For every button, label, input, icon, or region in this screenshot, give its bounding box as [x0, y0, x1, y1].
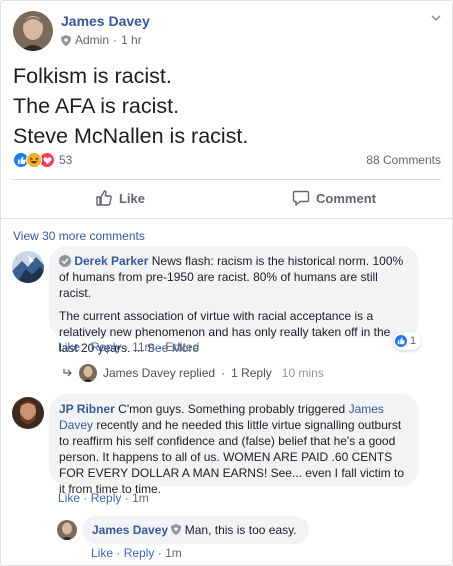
reply-author[interactable]: James Davey	[92, 523, 168, 537]
reply-like-link[interactable]: Like	[91, 546, 113, 560]
post-line: The AFA is racist.	[13, 94, 180, 118]
comment-like-link[interactable]: Like	[58, 491, 80, 505]
like-label: Like	[118, 190, 145, 206]
comment-time[interactable]: 11m	[132, 340, 154, 354]
comment-edited[interactable]: Edited	[165, 340, 199, 354]
replies-count[interactable]: 1 Reply	[231, 366, 272, 380]
admin-shield-icon	[171, 524, 182, 535]
author-avatar[interactable]	[13, 11, 53, 51]
post-body: Folkism is racist. The AFA is racist. St…	[13, 61, 443, 151]
reaction-summary[interactable]: 53	[13, 152, 72, 168]
comment-actions: Like · Reply · 11m · Edited	[58, 340, 200, 354]
comment-text: Derek Parker News flash: racism is the h…	[59, 253, 409, 301]
comment-button[interactable]: Comment	[227, 182, 441, 214]
post-actions: Like Comment	[13, 182, 441, 214]
comment-text-part: C'mon guys. Something probably triggered	[114, 402, 349, 416]
comment-reply-link[interactable]: Reply	[91, 491, 122, 505]
reply-text: Man, this is too easy.	[184, 523, 297, 537]
replied-text: replied	[179, 366, 216, 380]
reply-avatar[interactable]	[57, 520, 77, 540]
replies-summary[interactable]: James Davey replied · 1 Reply 10 mins	[63, 364, 324, 382]
reaction-bar: 53 88 Comments	[13, 152, 441, 170]
divider	[13, 179, 441, 180]
comment-actions: Like · Reply · 1m	[58, 491, 149, 505]
replied-by: James Davey	[103, 366, 176, 380]
thumbs-up-icon	[96, 190, 112, 206]
comment-text-part: recently and he needed this little virtu…	[59, 418, 405, 496]
comment-bubble: Derek Parker News flash: racism is the h…	[49, 246, 419, 355]
comment-reply-link[interactable]: Reply	[91, 340, 122, 354]
comment-reaction-pill[interactable]: 1	[393, 332, 422, 350]
post-header: James Davey Admin · 1 hr	[13, 11, 443, 51]
reply-avatar	[79, 364, 97, 382]
admin-shield-icon	[61, 34, 71, 46]
comment-bubble-icon	[292, 190, 310, 206]
comment-label: Comment	[316, 190, 376, 206]
admin-label: Admin	[75, 33, 110, 47]
reply-actions: Like · Reply · 1m	[91, 546, 182, 560]
reply-reply-link[interactable]: Reply	[124, 546, 155, 560]
reply-arrow-icon	[63, 369, 72, 377]
comment-reaction-count: 1	[410, 335, 417, 347]
post-line: Folkism is racist.	[13, 64, 172, 88]
comment-like-link[interactable]: Like	[58, 340, 80, 354]
post-time[interactable]: 1 hr	[121, 33, 142, 47]
like-reaction-icon	[394, 334, 408, 348]
verified-check-icon	[59, 255, 71, 267]
reaction-count: 53	[59, 153, 73, 167]
replies-time: 10 mins	[281, 366, 324, 380]
meta-dot: ·	[113, 33, 118, 47]
reply-bubble: James Davey Man, this is too easy.	[82, 516, 309, 544]
author-name[interactable]: James Davey	[61, 13, 150, 29]
divider	[1, 218, 452, 219]
chevron-down-icon[interactable]	[429, 11, 443, 25]
comment-author[interactable]: Derek Parker	[74, 254, 148, 268]
view-more-comments-link[interactable]: View 30 more comments	[13, 229, 145, 243]
post-line: Steve McNallen is racist.	[13, 124, 249, 148]
comment-author[interactable]: JP Ribner	[59, 402, 115, 416]
comment-bubble: JP Ribner C'mon guys. Something probably…	[49, 394, 419, 496]
post-card: James Davey Admin · 1 hr Folkism is raci…	[0, 0, 453, 566]
reply-time[interactable]: 1m	[165, 546, 182, 560]
like-button[interactable]: Like	[13, 182, 227, 214]
comment-time[interactable]: 1m	[132, 491, 149, 505]
commenter-avatar[interactable]	[12, 397, 44, 429]
haha-reaction-icon	[26, 152, 42, 168]
post-meta: Admin · 1 hr	[61, 33, 142, 47]
comment-count[interactable]: 88 Comments	[366, 153, 441, 167]
commenter-avatar[interactable]	[12, 251, 44, 283]
